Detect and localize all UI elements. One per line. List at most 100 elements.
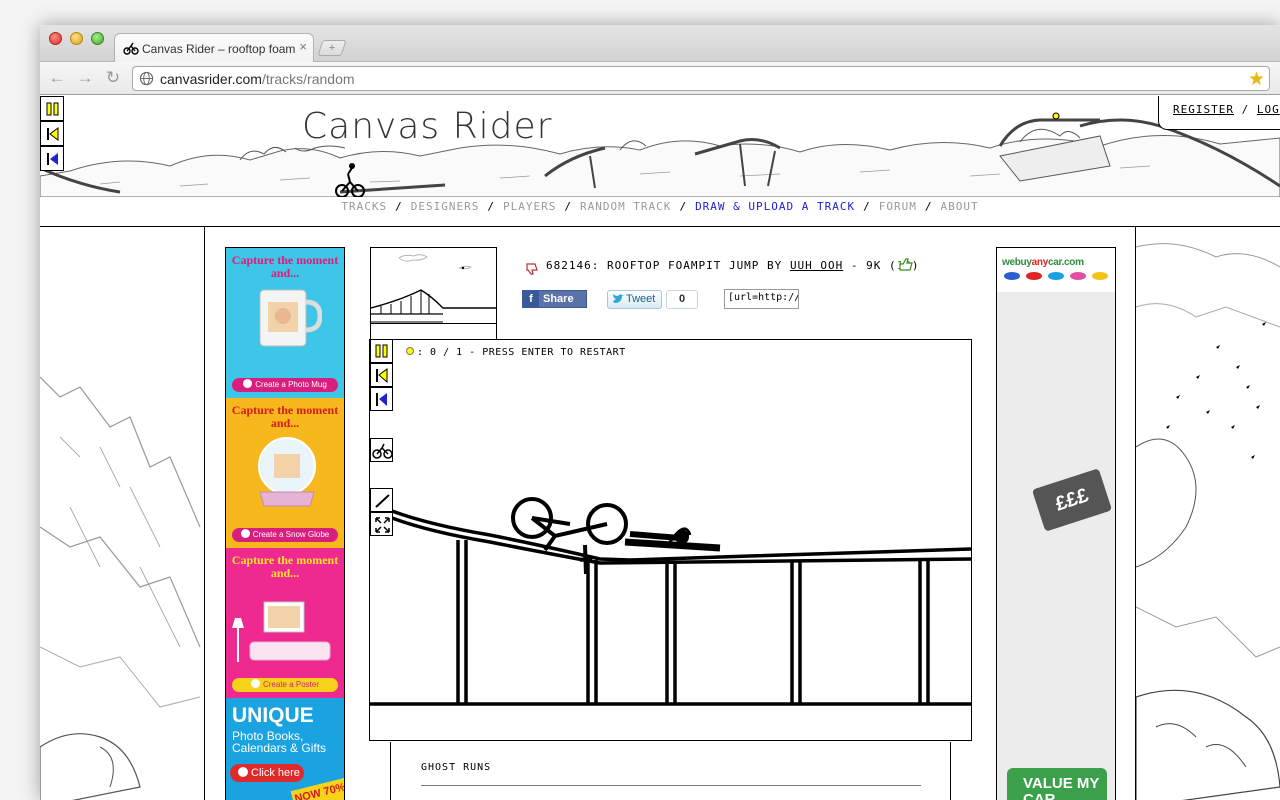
window-close-button[interactable]: [49, 32, 62, 45]
ad-subtitle: Photo Books, Calendars & Gifts: [232, 729, 327, 755]
restart-control[interactable]: [40, 121, 64, 146]
ad-cta-button[interactable]: Create a Snow Globe: [232, 528, 338, 542]
restart-icon: [376, 368, 388, 384]
back-button[interactable]: ←: [46, 67, 68, 89]
nav-item-about[interactable]: ABOUT: [941, 200, 979, 213]
ad-cta-label: Click here: [251, 767, 300, 779]
canvas-rider-favicon-icon: [123, 42, 139, 55]
twitter-bird-icon: [613, 294, 624, 303]
ad-panel-unique[interactable]: UNIQUE Photo Books, Calendars & Gifts Cl…: [226, 698, 344, 800]
checkpoint-control[interactable]: [40, 146, 64, 171]
auth-separator: /: [1241, 103, 1250, 116]
ad-panel-poster[interactable]: Capture the moment and... Create a Poste…: [226, 548, 344, 698]
track-author-link[interactable]: UUH OOH: [790, 259, 843, 272]
hud-text: : 0 / 1 - PRESS ENTER TO RESTART: [417, 347, 626, 358]
site-logo[interactable]: Canvas Rider: [302, 106, 552, 147]
ghost-runs-divider: [421, 785, 921, 786]
ad-cta-label: Create a Photo Mug: [255, 380, 327, 389]
tweet-button[interactable]: Tweet: [607, 290, 662, 309]
ad-cta-button[interactable]: Create a Poster: [232, 678, 338, 692]
wbac-logo-part: car.com: [1047, 257, 1084, 268]
ad-cta-button[interactable]: Create a Photo Mug: [232, 378, 338, 392]
right-background-art: [1136, 243, 1280, 800]
thumbnail-tab: [370, 323, 497, 340]
target-coin-icon: [406, 347, 414, 355]
tab-title: Canvas Rider – rooftop foam: [142, 42, 296, 56]
game-restart-button[interactable]: [370, 363, 393, 387]
game-canvas[interactable]: : 0 / 1 - PRESS ENTER TO RESTART: [369, 339, 972, 741]
site-header-banner: Canvas Rider REGISTER / LOG: [40, 96, 1280, 197]
facebook-share-button[interactable]: f Share: [522, 290, 587, 308]
tab-canvas-rider[interactable]: Canvas Rider – rooftop foam ×: [114, 33, 314, 63]
address-bar[interactable]: canvasrider.com/tracks/random ★: [132, 66, 1270, 91]
globe-icon: [139, 71, 154, 86]
game-line-tool-button[interactable]: [370, 488, 393, 512]
thumbs-up-icon[interactable]: [898, 257, 914, 272]
tweet-count: 0: [666, 290, 698, 309]
nav-item-forum[interactable]: FORUM: [879, 200, 917, 213]
tweet-label: Tweet: [626, 293, 656, 305]
reload-button[interactable]: ↻: [102, 67, 124, 89]
browser-window: Canvas Rider – rooftop foam × + ← → ↻ ca…: [40, 25, 1280, 800]
photo-mug-image: [259, 289, 322, 347]
fullscreen-icon: [375, 517, 390, 533]
game-checkpoint-button[interactable]: [370, 387, 393, 411]
nav-item-players[interactable]: PLAYERS: [503, 200, 556, 213]
nav-item-draw-upload-a-track[interactable]: DRAW & UPLOAD A TRACK: [695, 200, 855, 213]
play-icon: [240, 529, 250, 538]
browser-toolbar: ← → ↻ canvasrider.com/tracks/random ★: [40, 62, 1280, 95]
nav-item-tracks[interactable]: TRACKS: [341, 200, 387, 213]
game-pause-button[interactable]: [370, 339, 393, 363]
wbac-header: webuyanycar.com: [997, 248, 1115, 292]
game-bike-button[interactable]: [370, 438, 393, 462]
page-viewport: Canvas Rider REGISTER / LOG TRACKS / DESIG…: [40, 96, 1280, 800]
ad-headline: Capture the moment and...: [231, 403, 339, 430]
ad-panel-snowglobe[interactable]: Capture the moment and... Create a Snow …: [226, 398, 344, 548]
tab-close-icon[interactable]: ×: [299, 39, 307, 54]
pause-control[interactable]: [40, 96, 64, 121]
nav-separator: /: [924, 200, 933, 213]
embed-code-input[interactable]: [url=http://c: [724, 289, 799, 309]
ad-click-here-button[interactable]: Click here: [230, 764, 304, 782]
play-icon: [250, 679, 260, 688]
nav-item-designers[interactable]: DESIGNERS: [411, 200, 480, 213]
right-ad-banner[interactable]: webuyanycar.com £££ VALUE MY CAR: [996, 247, 1116, 800]
track-thumbnail[interactable]: [370, 247, 497, 324]
ad-cta-label: Create a Poster: [262, 680, 320, 689]
register-link[interactable]: REGISTER: [1173, 103, 1234, 116]
wbac-logo: webuyanycar.com: [1002, 257, 1084, 268]
play-icon: [243, 379, 253, 388]
forward-button[interactable]: →: [74, 67, 96, 89]
plus-icon: +: [328, 42, 336, 54]
game-fullscreen-button[interactable]: [370, 512, 393, 536]
window-minimize-button[interactable]: [70, 32, 83, 45]
ghost-runs-panel: GHOST RUNS: [390, 742, 951, 800]
tab-strip: Canvas Rider – rooftop foam × +: [40, 25, 1280, 63]
pause-icon: [375, 344, 388, 358]
left-ad-banner[interactable]: Capture the moment and... Create a Photo…: [225, 247, 345, 800]
landscape-illustration: [40, 112, 1280, 197]
ad-panel-mug[interactable]: Capture the moment and... Create a Photo…: [226, 248, 344, 398]
url-domain: canvasrider.com: [160, 71, 262, 87]
ad-cta-label: Create a Snow Globe: [252, 530, 330, 539]
cars-row-icon: [1004, 272, 1108, 280]
game-hud: : 0 / 1 - PRESS ENTER TO RESTART: [406, 347, 626, 358]
bookmark-star-icon[interactable]: ★: [1248, 68, 1265, 91]
price-tag: £££: [1031, 468, 1113, 532]
login-link[interactable]: LOG: [1257, 103, 1280, 116]
value-my-car-button[interactable]: VALUE MY CAR: [1007, 768, 1107, 800]
ad-headline: Capture the moment and...: [231, 553, 339, 580]
thumbs-down-icon[interactable]: [525, 262, 541, 276]
main-nav: TRACKS / DESIGNERS / PLAYERS / RANDOM TRACK / DR…: [40, 200, 1280, 220]
nav-item-random-track[interactable]: RANDOM TRACK: [580, 200, 671, 213]
window-zoom-button[interactable]: [91, 32, 104, 45]
track-title: 682146: ROOFTOP FOAMPIT JUMP BY UUH OOH …: [546, 259, 920, 272]
new-tab-button[interactable]: +: [317, 40, 347, 56]
line-tool-icon: [375, 494, 390, 508]
track-size: - 9K (: [850, 259, 897, 272]
ghost-runs-title: GHOST RUNS: [421, 762, 492, 773]
left-background-art: [40, 376, 201, 800]
nav-separator: /: [863, 200, 871, 213]
checkpoint-icon: [47, 153, 58, 165]
play-icon: [238, 767, 248, 777]
